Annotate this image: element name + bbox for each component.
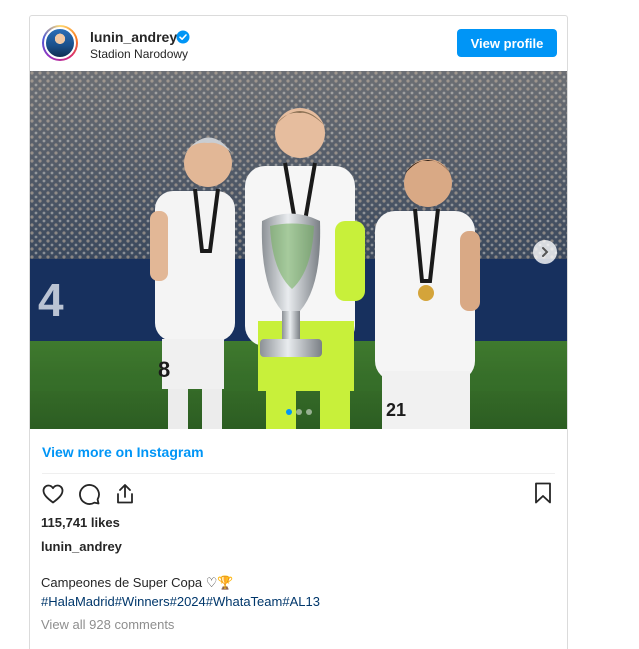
verified-badge-icon <box>176 30 190 44</box>
instagram-embed-card: lunin_andrey Stadion Narodowy View profi… <box>29 15 568 649</box>
share-button[interactable] <box>112 481 138 507</box>
post-header: lunin_andrey Stadion Narodowy View profi… <box>30 16 567 71</box>
svg-text:4: 4 <box>38 274 64 326</box>
location-link[interactable]: Stadion Narodowy <box>90 47 188 61</box>
carousel-dot <box>285 409 292 415</box>
like-button[interactable] <box>40 481 66 507</box>
bookmark-icon <box>535 482 551 504</box>
hashtags[interactable]: #HalaMadrid#Winners#2024#WhataTeam#AL13 <box>41 594 320 609</box>
share-icon <box>117 484 133 504</box>
svg-text:8: 8 <box>158 357 170 382</box>
comment-icon <box>79 484 100 505</box>
heart-icon <box>42 484 64 504</box>
save-button[interactable] <box>531 481 557 507</box>
caption-text: Campeones de Super Copa ♡🏆 <box>41 575 234 590</box>
chevron-right-icon <box>542 247 549 257</box>
avatar[interactable] <box>42 25 78 61</box>
comment-button[interactable] <box>76 481 102 507</box>
carousel-indicator <box>30 409 567 415</box>
carousel-dot <box>305 409 312 415</box>
carousel-next-button[interactable] <box>533 240 557 264</box>
action-bar <box>40 481 138 507</box>
caption-username-link[interactable]: lunin_andrey <box>41 539 122 554</box>
carousel-dot <box>295 409 302 415</box>
username-link[interactable]: lunin_andrey <box>90 29 177 45</box>
view-profile-button[interactable]: View profile <box>457 29 557 57</box>
post-photo[interactable]: 4 8 21 <box>30 71 567 429</box>
divider <box>42 473 555 474</box>
photo-illustration: 4 8 21 <box>30 71 567 429</box>
view-all-comments-link[interactable]: View all 928 comments <box>41 617 174 632</box>
likes-count[interactable]: 115,741 likes <box>41 515 120 530</box>
view-more-on-instagram-link[interactable]: View more on Instagram <box>42 444 204 460</box>
